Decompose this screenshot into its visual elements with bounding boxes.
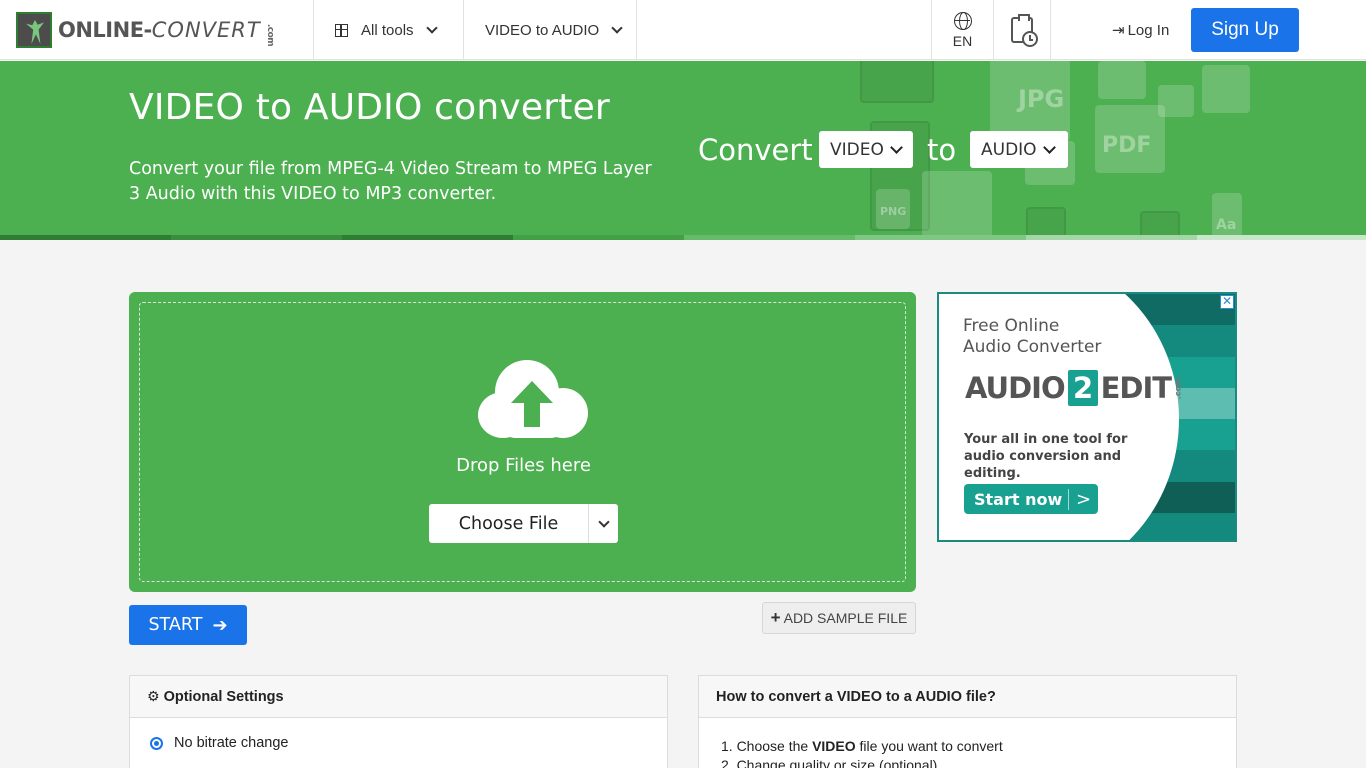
how-to-steps: 1. Choose the VIDEO file you want to con… [721, 737, 1003, 768]
choose-file-button-group: Choose File [429, 504, 618, 543]
video-to-audio-menu[interactable]: VIDEO to AUDIO [485, 0, 623, 60]
logo-icon [16, 12, 52, 48]
radio-selected-icon[interactable] [150, 736, 163, 750]
chevron-down-icon [1042, 140, 1056, 154]
file-drop-zone[interactable]: Drop Files here Choose File [129, 292, 916, 592]
banner-stripe [0, 235, 1366, 240]
chevron-down-icon [597, 515, 610, 528]
site-logo[interactable]: ONLINE-CONVERT .com [16, 12, 281, 48]
add-sample-file-button[interactable]: + ADD SAMPLE FILE [762, 602, 916, 634]
ad-description: Your all in one tool for audio conversio… [964, 432, 1128, 481]
chevron-down-icon [425, 21, 438, 34]
logo-text: ONLINE-CONVERT .com [58, 18, 275, 47]
ad-start-now-button[interactable]: Start now > [964, 484, 1098, 514]
optional-settings-header: ⚙ Optional Settings [130, 676, 667, 718]
cloud-upload-icon [478, 360, 588, 438]
clipboard-clock-icon [1011, 14, 1038, 47]
top-navbar: ONLINE-CONVERT .com All tools VIDEO to AU… [0, 0, 1366, 60]
globe-icon [953, 11, 972, 30]
chevron-right-icon: > [1068, 488, 1098, 510]
grid-icon [335, 23, 348, 37]
signup-button[interactable]: Sign Up [1191, 8, 1299, 52]
no-bitrate-change-option[interactable]: No bitrate change [150, 735, 288, 751]
ad-close-icon[interactable]: ✕ [1220, 295, 1234, 309]
page-title: VIDEO to AUDIO converter [129, 87, 610, 128]
hero-banner: JPG PDF PNG Aa VIDEO to AUDIO converter … [0, 61, 1366, 240]
gear-icon: ⚙ [147, 688, 160, 704]
plus-icon: + [770, 608, 781, 627]
step-2: 2. Change quality or size (optional) [721, 757, 938, 768]
source-format-select[interactable]: VIDEO [819, 131, 913, 168]
chevron-down-icon [889, 140, 903, 154]
language-selector[interactable]: EN [932, 0, 993, 60]
page-description: Convert your file from MPEG-4 Video Stre… [129, 159, 652, 204]
step-1: 1. Choose the VIDEO file you want to con… [721, 738, 1003, 754]
arrow-right-icon: ➔ [212, 614, 228, 636]
file-icons-background: JPG PDF PNG Aa [840, 61, 1366, 240]
target-format-select[interactable]: AUDIO [970, 131, 1068, 168]
audio2edit-logo: AUDIO 2 EDIT .com [965, 370, 1183, 406]
upload-source-dropdown[interactable] [589, 504, 618, 543]
how-to-panel: How to convert a VIDEO to a AUDIO file? … [698, 675, 1237, 768]
convert-label: Convert [698, 133, 813, 167]
optional-settings-panel: ⚙ Optional Settings No bitrate change [129, 675, 668, 768]
login-link[interactable]: ⇥ Log In [1112, 0, 1169, 60]
audio2edit-advertisement[interactable]: ✕ Free Online Audio Converter AUDIO 2 EDIT… [937, 292, 1237, 542]
choose-file-button[interactable]: Choose File [429, 504, 589, 543]
chevron-down-icon [611, 21, 623, 34]
start-button[interactable]: START ➔ [129, 605, 247, 645]
all-tools-menu[interactable]: All tools [335, 0, 438, 60]
drop-files-label: Drop Files here [456, 455, 591, 476]
conversion-history-button[interactable] [994, 0, 1050, 60]
how-to-header: How to convert a VIDEO to a AUDIO file? [699, 676, 1236, 718]
sign-in-icon: ⇥ [1112, 22, 1125, 39]
ad-title: Free Online Audio Converter [963, 316, 1102, 357]
to-label: to [927, 133, 957, 167]
